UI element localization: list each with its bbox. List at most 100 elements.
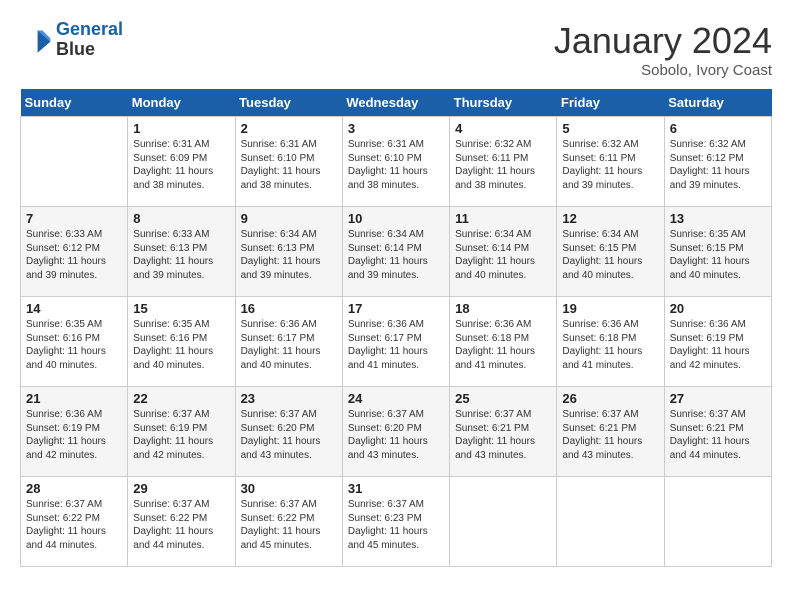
- calendar-table: SundayMondayTuesdayWednesdayThursdayFrid…: [20, 89, 772, 567]
- day-number: 5: [562, 121, 658, 136]
- day-info: Sunrise: 6:36 AM Sunset: 6:19 PM Dayligh…: [670, 318, 766, 372]
- calendar-cell: 18 Sunrise: 6:36 AM Sunset: 6:18 PM Dayli…: [450, 297, 557, 387]
- day-info: Sunrise: 6:33 AM Sunset: 6:12 PM Dayligh…: [26, 228, 122, 282]
- calendar-cell: [450, 477, 557, 567]
- day-info: Sunrise: 6:35 AM Sunset: 6:16 PM Dayligh…: [26, 318, 122, 372]
- day-number: 27: [670, 391, 766, 406]
- day-info: Sunrise: 6:36 AM Sunset: 6:19 PM Dayligh…: [26, 408, 122, 462]
- calendar-cell: 5Sunrise: 6:32 AM Sunset: 6:11 PM Daylig…: [557, 117, 664, 207]
- day-info: Sunrise: 6:31 AM Sunset: 6:09 PM Dayligh…: [133, 138, 229, 192]
- calendar-cell: 4Sunrise: 6:32 AM Sunset: 6:11 PM Daylig…: [450, 117, 557, 207]
- day-number: 6: [670, 121, 766, 136]
- day-number: 21: [26, 391, 122, 406]
- day-info: Sunrise: 6:34 AM Sunset: 6:15 PM Dayligh…: [562, 228, 658, 282]
- calendar-cell: 6 Sunrise: 6:32 AM Sunset: 6:12 PM Daylig…: [664, 117, 771, 207]
- weekday-header-thursday: Thursday: [450, 89, 557, 117]
- title-block: January 2024 Sobolo, Ivory Coast: [554, 20, 772, 79]
- logo-line2: Blue: [56, 40, 123, 60]
- calendar-cell: 15 Sunrise: 6:35 AM Sunset: 6:16 PM Dayli…: [128, 297, 235, 387]
- calendar-cell: 1 Sunrise: 6:31 AM Sunset: 6:09 PM Daylig…: [128, 117, 235, 207]
- calendar-cell: 19 Sunrise: 6:36 AM Sunset: 6:18 PM Dayli…: [557, 297, 664, 387]
- day-info: Sunrise: 6:37 AM Sunset: 6:21 PM Dayligh…: [455, 408, 551, 462]
- calendar-cell: 24 Sunrise: 6:37 AM Sunset: 6:20 PM Dayli…: [342, 387, 449, 477]
- day-number: 28: [26, 481, 122, 496]
- calendar-cell: 14 Sunrise: 6:35 AM Sunset: 6:16 PM Dayli…: [21, 297, 128, 387]
- calendar-cell: 17 Sunrise: 6:36 AM Sunset: 6:17 PM Dayli…: [342, 297, 449, 387]
- calendar-cell: 29Sunrise: 6:37 AM Sunset: 6:22 PM Dayli…: [128, 477, 235, 567]
- weekday-header-monday: Monday: [128, 89, 235, 117]
- day-number: 8: [133, 211, 229, 226]
- page-header: General Blue January 2024 Sobolo, Ivory …: [20, 20, 772, 79]
- calendar-cell: 10Sunrise: 6:34 AM Sunset: 6:14 PM Dayli…: [342, 207, 449, 297]
- day-number: 18: [455, 301, 551, 316]
- day-info: Sunrise: 6:37 AM Sunset: 6:21 PM Dayligh…: [562, 408, 658, 462]
- logo-icon: [20, 24, 52, 56]
- day-number: 13: [670, 211, 766, 226]
- day-number: 31: [348, 481, 444, 496]
- calendar-cell: 20 Sunrise: 6:36 AM Sunset: 6:19 PM Dayli…: [664, 297, 771, 387]
- calendar-cell: 9Sunrise: 6:34 AM Sunset: 6:13 PM Daylig…: [235, 207, 342, 297]
- weekday-header-sunday: Sunday: [21, 89, 128, 117]
- day-number: 25: [455, 391, 551, 406]
- day-info: Sunrise: 6:36 AM Sunset: 6:18 PM Dayligh…: [562, 318, 658, 372]
- calendar-cell: 25 Sunrise: 6:37 AM Sunset: 6:21 PM Dayli…: [450, 387, 557, 477]
- day-number: 17: [348, 301, 444, 316]
- day-info: Sunrise: 6:36 AM Sunset: 6:17 PM Dayligh…: [241, 318, 337, 372]
- day-number: 16: [241, 301, 337, 316]
- day-info: Sunrise: 6:32 AM Sunset: 6:11 PM Dayligh…: [455, 138, 551, 192]
- logo: General Blue: [20, 20, 123, 60]
- calendar-week-3: 14 Sunrise: 6:35 AM Sunset: 6:16 PM Dayli…: [21, 297, 772, 387]
- day-info: Sunrise: 6:36 AM Sunset: 6:18 PM Dayligh…: [455, 318, 551, 372]
- day-number: 30: [241, 481, 337, 496]
- day-info: Sunrise: 6:35 AM Sunset: 6:16 PM Dayligh…: [133, 318, 229, 372]
- day-number: 7: [26, 211, 122, 226]
- day-number: 14: [26, 301, 122, 316]
- day-number: 3: [348, 121, 444, 136]
- day-number: 12: [562, 211, 658, 226]
- calendar-cell: 27Sunrise: 6:37 AM Sunset: 6:21 PM Dayli…: [664, 387, 771, 477]
- day-info: Sunrise: 6:32 AM Sunset: 6:12 PM Dayligh…: [670, 138, 766, 192]
- logo-text: General Blue: [56, 20, 123, 60]
- calendar-cell: 8 Sunrise: 6:33 AM Sunset: 6:13 PM Daylig…: [128, 207, 235, 297]
- calendar-week-4: 21 Sunrise: 6:36 AM Sunset: 6:19 PM Dayli…: [21, 387, 772, 477]
- day-info: Sunrise: 6:35 AM Sunset: 6:15 PM Dayligh…: [670, 228, 766, 282]
- weekday-header-row: SundayMondayTuesdayWednesdayThursdayFrid…: [21, 89, 772, 117]
- calendar-cell: 13 Sunrise: 6:35 AM Sunset: 6:15 PM Dayli…: [664, 207, 771, 297]
- day-number: 10: [348, 211, 444, 226]
- calendar-cell: 31 Sunrise: 6:37 AM Sunset: 6:23 PM Dayli…: [342, 477, 449, 567]
- calendar-cell: 3Sunrise: 6:31 AM Sunset: 6:10 PM Daylig…: [342, 117, 449, 207]
- calendar-week-2: 7 Sunrise: 6:33 AM Sunset: 6:12 PM Daylig…: [21, 207, 772, 297]
- day-number: 26: [562, 391, 658, 406]
- day-info: Sunrise: 6:37 AM Sunset: 6:19 PM Dayligh…: [133, 408, 229, 462]
- logo-line1: General: [56, 19, 123, 39]
- day-number: 24: [348, 391, 444, 406]
- day-info: Sunrise: 6:37 AM Sunset: 6:22 PM Dayligh…: [241, 498, 337, 552]
- calendar-cell: 30 Sunrise: 6:37 AM Sunset: 6:22 PM Dayli…: [235, 477, 342, 567]
- calendar-week-1: 1 Sunrise: 6:31 AM Sunset: 6:09 PM Daylig…: [21, 117, 772, 207]
- weekday-header-tuesday: Tuesday: [235, 89, 342, 117]
- calendar-cell: [664, 477, 771, 567]
- day-info: Sunrise: 6:33 AM Sunset: 6:13 PM Dayligh…: [133, 228, 229, 282]
- month-title: January 2024: [554, 20, 772, 62]
- day-number: 20: [670, 301, 766, 316]
- calendar-cell: 28 Sunrise: 6:37 AM Sunset: 6:22 PM Dayli…: [21, 477, 128, 567]
- calendar-cell: 21 Sunrise: 6:36 AM Sunset: 6:19 PM Dayli…: [21, 387, 128, 477]
- calendar-cell: [21, 117, 128, 207]
- day-info: Sunrise: 6:34 AM Sunset: 6:14 PM Dayligh…: [455, 228, 551, 282]
- calendar-cell: 23Sunrise: 6:37 AM Sunset: 6:20 PM Dayli…: [235, 387, 342, 477]
- day-number: 9: [241, 211, 337, 226]
- day-info: Sunrise: 6:37 AM Sunset: 6:22 PM Dayligh…: [26, 498, 122, 552]
- calendar-week-5: 28 Sunrise: 6:37 AM Sunset: 6:22 PM Dayli…: [21, 477, 772, 567]
- day-number: 1: [133, 121, 229, 136]
- day-number: 15: [133, 301, 229, 316]
- calendar-cell: 11Sunrise: 6:34 AM Sunset: 6:14 PM Dayli…: [450, 207, 557, 297]
- day-info: Sunrise: 6:37 AM Sunset: 6:20 PM Dayligh…: [348, 408, 444, 462]
- calendar-cell: 26 Sunrise: 6:37 AM Sunset: 6:21 PM Dayli…: [557, 387, 664, 477]
- weekday-header-friday: Friday: [557, 89, 664, 117]
- calendar-cell: 12 Sunrise: 6:34 AM Sunset: 6:15 PM Dayli…: [557, 207, 664, 297]
- weekday-header-saturday: Saturday: [664, 89, 771, 117]
- day-info: Sunrise: 6:36 AM Sunset: 6:17 PM Dayligh…: [348, 318, 444, 372]
- day-number: 19: [562, 301, 658, 316]
- day-info: Sunrise: 6:37 AM Sunset: 6:23 PM Dayligh…: [348, 498, 444, 552]
- calendar-cell: 7 Sunrise: 6:33 AM Sunset: 6:12 PM Daylig…: [21, 207, 128, 297]
